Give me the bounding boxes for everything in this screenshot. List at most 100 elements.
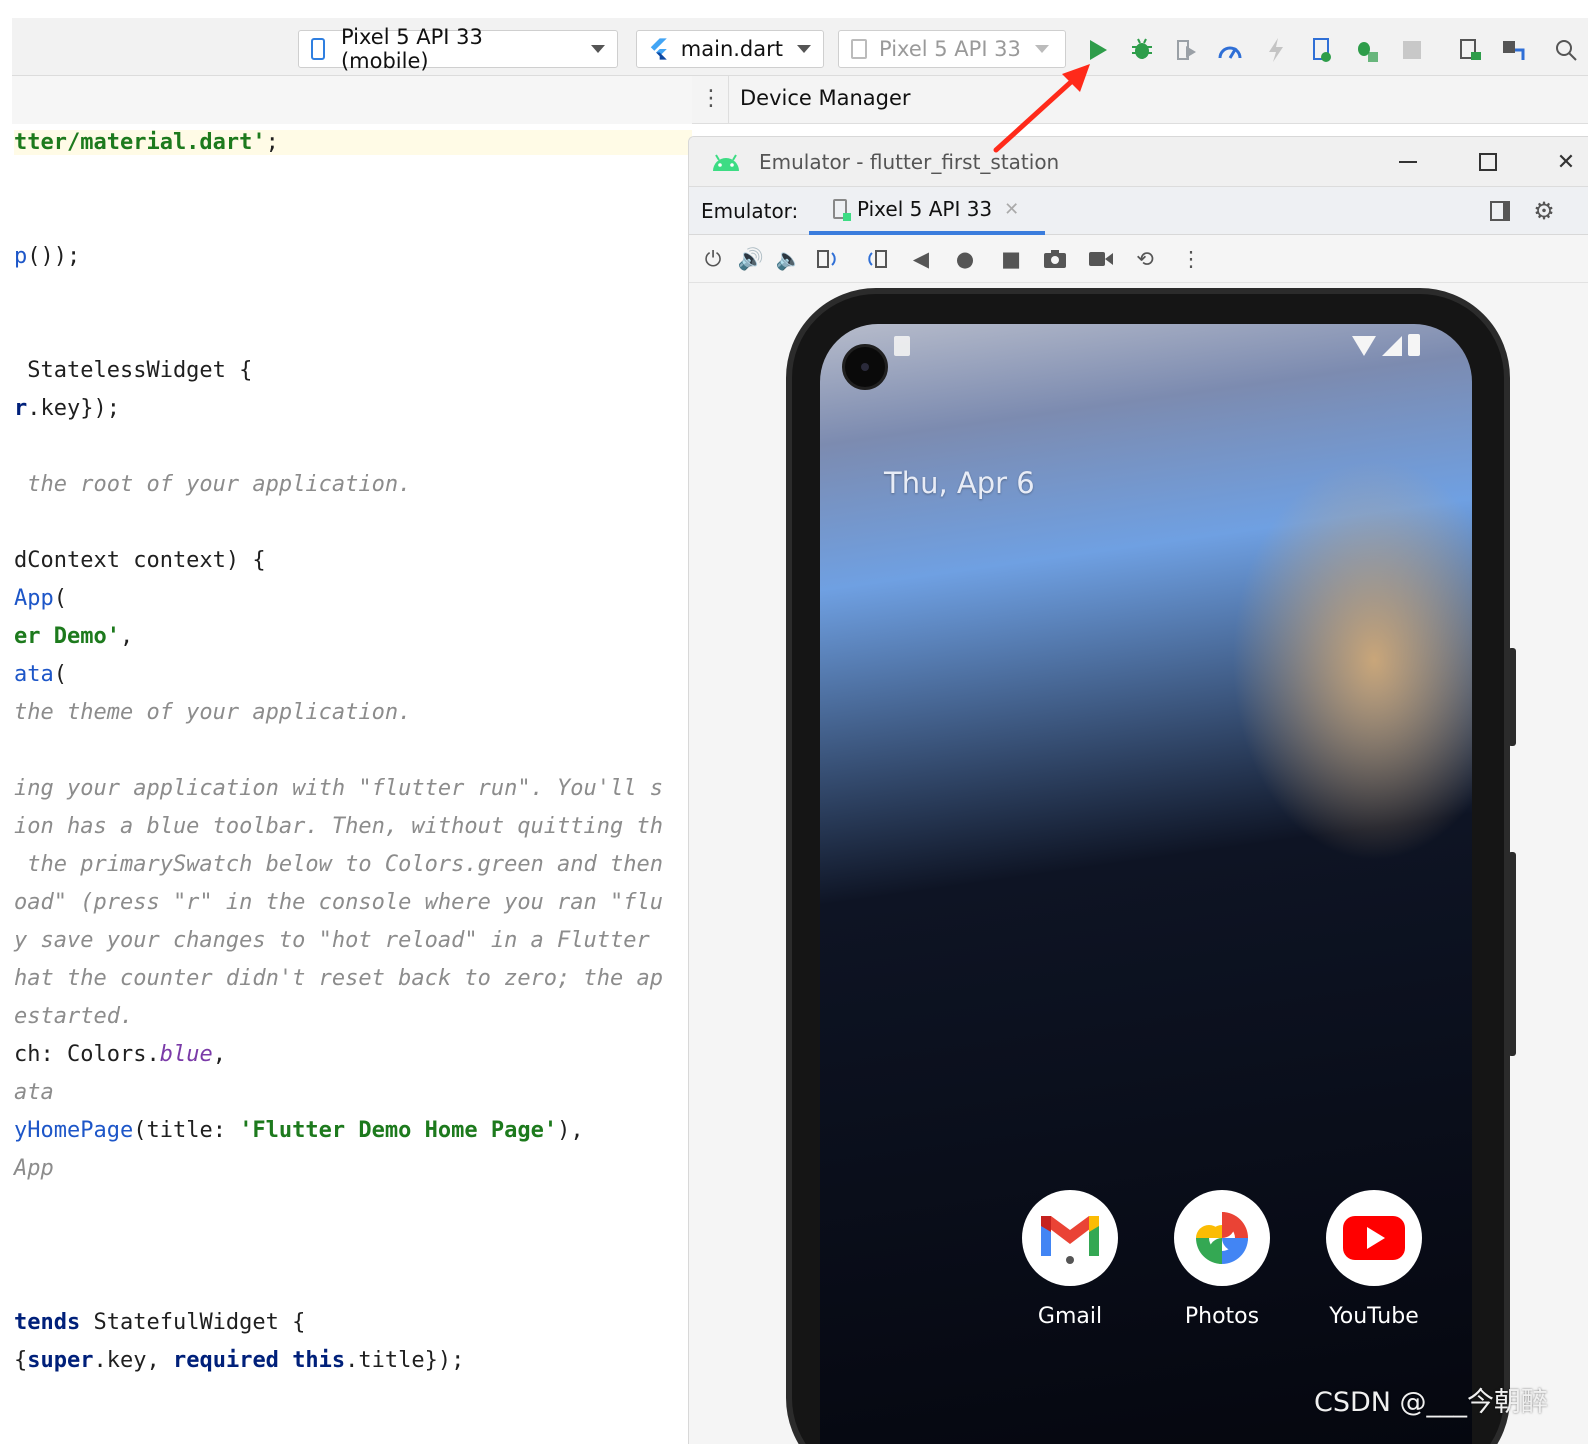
app-photos[interactable]: Photos <box>1174 1190 1270 1329</box>
code-token: y save your changes to "hot reload" in a… <box>14 928 650 953</box>
code-line[interactable]: y save your changes to "hot reload" in a… <box>14 928 650 953</box>
phone-button <box>1508 648 1516 746</box>
close-button[interactable]: ✕ <box>1551 147 1581 177</box>
code-token: ch: Colors. <box>14 1042 160 1067</box>
device-selector-label: Pixel 5 API 33 (mobile) <box>340 25 483 73</box>
layout-icon[interactable] <box>1485 196 1515 226</box>
power-icon[interactable]: ⏻ <box>699 245 727 273</box>
device-icon <box>851 39 867 59</box>
code-line[interactable]: estarted. <box>14 1004 133 1029</box>
code-token: r <box>14 396 28 421</box>
screenshot-icon[interactable] <box>1041 245 1069 273</box>
watermark: CSDN @___今朝醉 <box>1314 1387 1549 1418</box>
options-menu-icon[interactable]: ⋮ <box>700 86 722 111</box>
sd-card-icon <box>894 336 910 356</box>
code-line[interactable]: ion has a blue toolbar. Then, without qu… <box>14 814 663 839</box>
code-line[interactable]: hat the counter didn't reset back to zer… <box>14 966 663 991</box>
code-token: estarted. <box>14 1004 134 1029</box>
code-line[interactable]: tends StatefulWidget { <box>14 1310 305 1335</box>
code-line[interactable]: ata <box>14 1080 54 1105</box>
sdk-manager-icon[interactable] <box>1500 36 1528 64</box>
code-token: the theme of your application. <box>14 700 412 725</box>
code-line[interactable]: yHomePage(title: 'Flutter Demo Home Page… <box>14 1118 584 1143</box>
device-manager-icon[interactable] <box>1456 36 1484 64</box>
home-icon[interactable]: ● <box>951 245 979 273</box>
code-token: this <box>292 1348 346 1373</box>
code-token: ion has a blue toolbar. Then, without qu… <box>14 814 664 839</box>
code-line[interactable]: {super.key, required this.title}); <box>14 1348 464 1373</box>
code-line[interactable]: ing your application with "flutter run".… <box>14 776 663 801</box>
rotate-left-icon[interactable] <box>815 245 843 273</box>
code-line[interactable]: App( <box>14 586 67 611</box>
search-icon[interactable] <box>1552 36 1580 64</box>
code-line[interactable]: r.key}); <box>14 396 120 421</box>
run-config-label: main.dart <box>680 37 783 61</box>
code-line[interactable]: er Demo', <box>14 624 133 649</box>
code-token: ; <box>265 130 279 155</box>
code-token: the primarySwatch below to Colors.green … <box>14 852 664 877</box>
app-label: Gmail <box>1037 1304 1103 1329</box>
gear-icon[interactable]: ⚙ <box>1529 196 1559 226</box>
code-token: ata <box>14 662 54 687</box>
code-line[interactable]: ata( <box>14 662 67 687</box>
code-line[interactable]: the primarySwatch below to Colors.green … <box>14 852 663 877</box>
minimize-button[interactable] <box>1393 147 1423 177</box>
code-line[interactable]: the theme of your application. <box>14 700 411 725</box>
emulator-tabs-label: Emulator: <box>701 199 799 223</box>
code-token: .key}); <box>27 396 120 421</box>
app-youtube[interactable]: YouTube <box>1326 1190 1422 1329</box>
tab-pixel-5-api-33[interactable]: Pixel 5 API 33 ✕ <box>809 187 1045 235</box>
stop-icon[interactable] <box>1398 36 1426 64</box>
code-line[interactable]: ch: Colors.blue, <box>14 1042 226 1067</box>
phone-button <box>1508 852 1516 1056</box>
code-line[interactable]: the root of your application. <box>14 472 411 497</box>
screen-record-icon[interactable] <box>1087 245 1115 273</box>
app-label: YouTube <box>1329 1304 1419 1329</box>
code-token: StatelessWidget { <box>14 358 253 383</box>
app-gmail[interactable]: Gmail <box>1022 1190 1118 1329</box>
code-line[interactable]: tter/material.dart'; <box>14 130 692 155</box>
code-token: , <box>119 624 134 649</box>
volume-down-icon[interactable]: 🔈 <box>775 245 803 273</box>
debug-ext-icon[interactable] <box>1352 36 1380 64</box>
code-token: hat the counter didn't reset back to zer… <box>14 966 664 991</box>
code-line[interactable]: p()); <box>14 244 80 269</box>
code-editor[interactable]: tter/material.dart'; p()); StatelessWidge… <box>12 124 692 1444</box>
wifi-icon <box>1352 336 1376 356</box>
device-icon <box>833 199 851 221</box>
emulator-titlebar: Emulator - flutter_first_station ✕ <box>689 137 1588 187</box>
back-icon[interactable]: ◀ <box>907 245 935 273</box>
device-selector[interactable]: Pixel 5 API 33 (mobile) <box>298 25 618 73</box>
device-manager-title[interactable]: Device Manager <box>740 86 911 110</box>
code-line[interactable]: oad" (press "r" in the console where you… <box>14 890 663 915</box>
tab-label: Pixel 5 API 33 <box>857 197 993 221</box>
run-with-coverage-icon[interactable] <box>1172 36 1200 64</box>
code-token: ()); <box>27 244 81 269</box>
run-config-selector[interactable]: main.dart <box>636 30 824 68</box>
chevron-down-icon <box>797 45 811 53</box>
android-icon <box>713 154 739 171</box>
overview-icon[interactable]: ■ <box>997 245 1025 273</box>
volume-up-icon[interactable]: 🔊 <box>737 245 765 273</box>
emulator-controls: ⏻ 🔊 🔈 ◀ ● ■ ⟲ ⋮ <box>689 235 1588 283</box>
more-icon[interactable]: ⋮ <box>1177 245 1205 273</box>
attach-debugger-icon[interactable] <box>1308 36 1336 64</box>
code-token: required <box>172 1348 279 1373</box>
rotate-right-icon[interactable] <box>861 245 889 273</box>
code-token: tter/material.dart' <box>14 130 266 155</box>
profile-icon[interactable] <box>1216 36 1244 64</box>
debug-icon[interactable] <box>1128 36 1156 64</box>
code-line[interactable]: StatelessWidget { <box>14 358 252 383</box>
close-tab-icon[interactable]: ✕ <box>1004 199 1019 220</box>
flutter-icon <box>650 38 667 60</box>
status-icons <box>1352 334 1420 356</box>
maximize-button[interactable] <box>1473 147 1503 177</box>
snapshot-icon[interactable]: ⟲ <box>1131 245 1159 273</box>
code-token: .key, <box>93 1348 173 1373</box>
code-token: ), <box>557 1118 584 1143</box>
code-line[interactable]: dContext context) { <box>14 548 266 573</box>
code-token: ( <box>53 586 67 611</box>
code-line[interactable]: App <box>14 1156 54 1181</box>
code-token: 'Flutter Demo Home Page' <box>239 1118 558 1143</box>
hot-reload-icon[interactable] <box>1262 36 1290 64</box>
